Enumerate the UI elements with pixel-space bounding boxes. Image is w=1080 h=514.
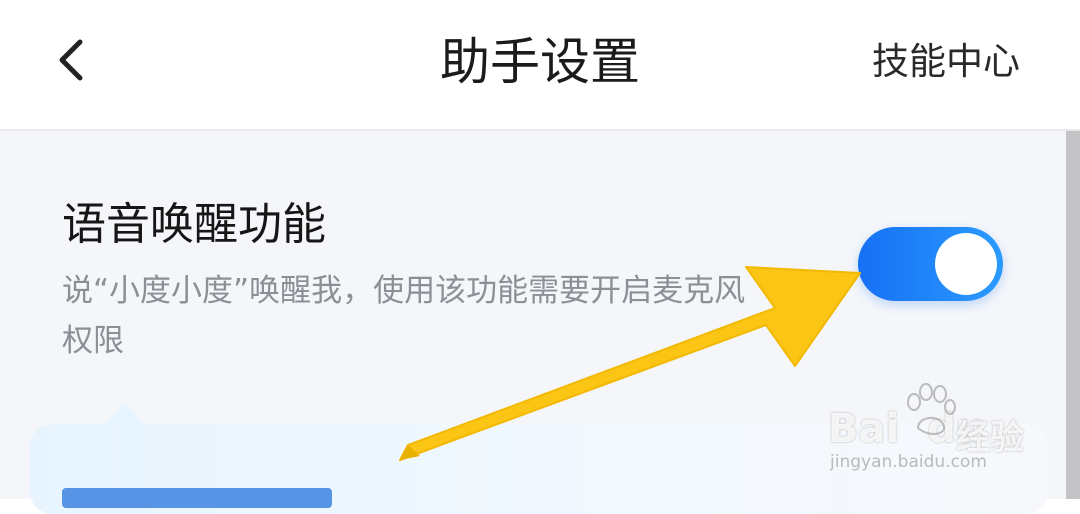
baidu-watermark: Bai du 经验 jingyan.baidu.com <box>828 382 1028 482</box>
watermark-url: jingyan.baidu.com <box>830 452 987 472</box>
paw-logo-icon <box>907 383 956 435</box>
